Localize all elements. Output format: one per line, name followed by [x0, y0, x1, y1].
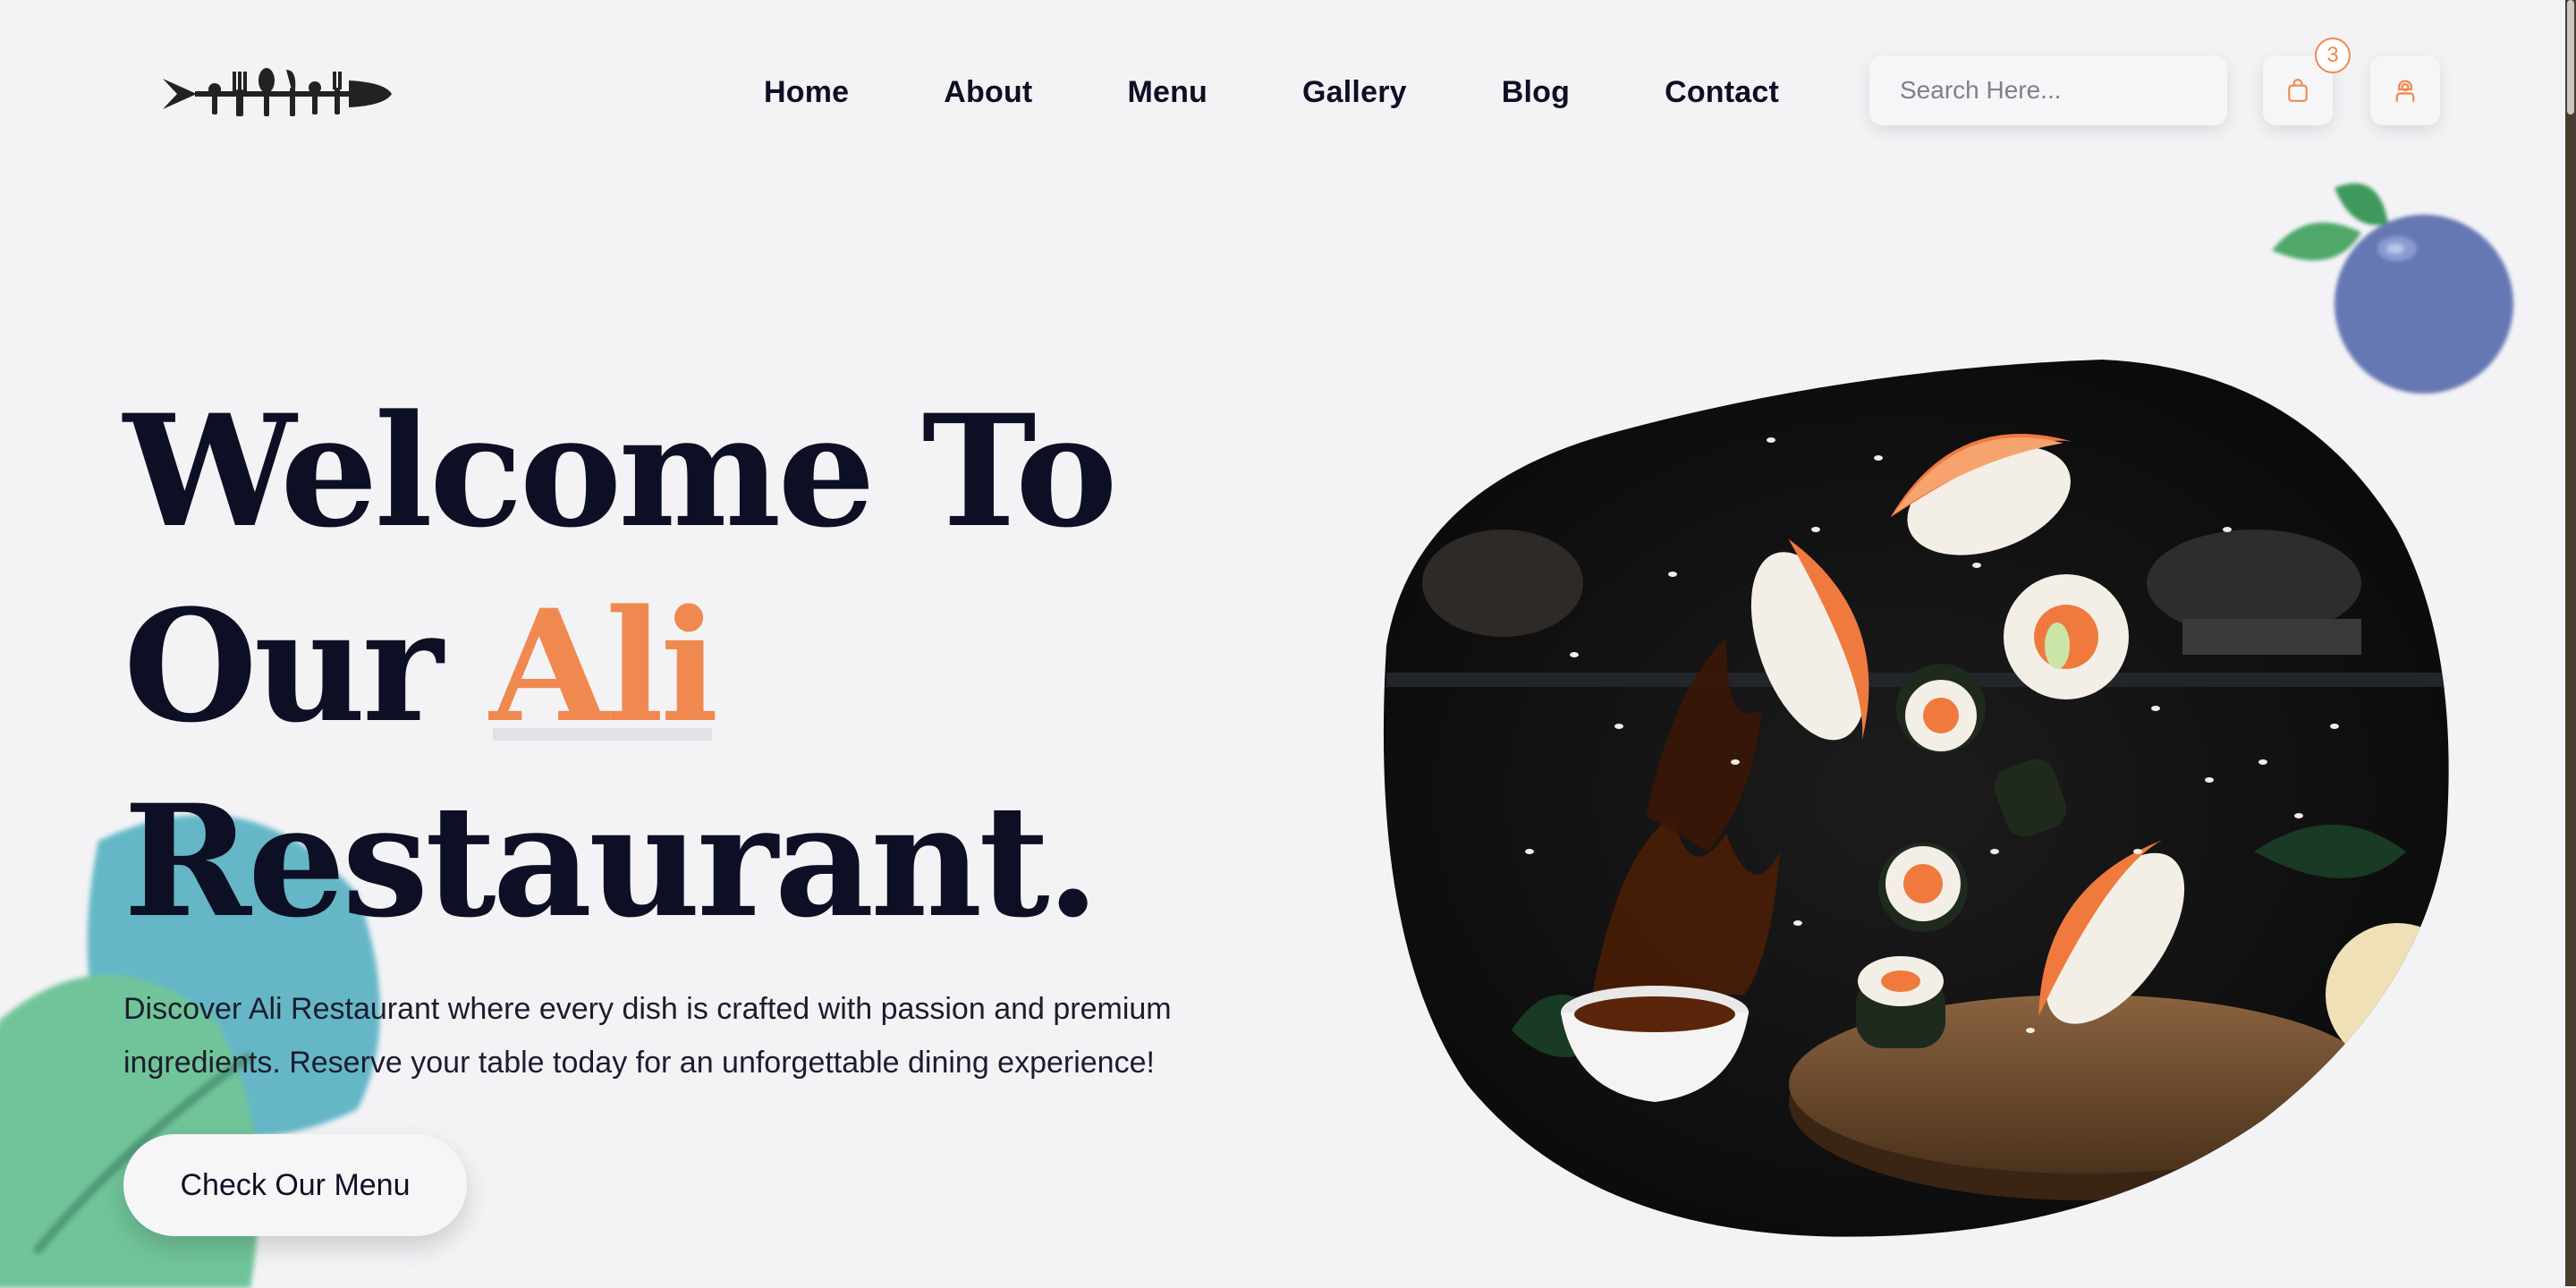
hero-title-line3: Restaurant.	[123, 770, 1100, 952]
user-icon	[2395, 80, 2415, 102]
cart-count-badge: 3	[2315, 38, 2351, 73]
page: Home About Menu Gallery Blog Contact 3	[0, 0, 2576, 1288]
nav-home[interactable]: Home	[764, 75, 849, 110]
shopping-bag-icon	[2288, 79, 2308, 102]
search-box	[1869, 55, 2227, 125]
window-edge	[2565, 0, 2576, 1286]
hero-description: Discover Ali Restaurant where every dish…	[123, 992, 1172, 1080]
hero-title: Welcome To Our Ali Restaurant.	[123, 374, 1118, 959]
restaurant-logo[interactable]	[161, 63, 394, 125]
hero-sushi-image	[1383, 360, 2449, 1237]
hero-title-accent: Ali	[489, 575, 718, 757]
check-menu-button[interactable]: Check Our Menu	[123, 1134, 467, 1236]
nav-about[interactable]: About	[944, 75, 1032, 110]
scrollbar-thumb[interactable]	[2567, 0, 2574, 114]
nav-gallery[interactable]: Gallery	[1302, 75, 1407, 110]
hero-title-line2-prefix: Our	[123, 575, 490, 757]
nav-contact[interactable]: Contact	[1665, 75, 1779, 110]
hero-title-line1: Welcome To	[123, 380, 1118, 562]
main-nav: Home About Menu Gallery Blog Contact	[764, 70, 1779, 114]
nav-menu[interactable]: Menu	[1127, 75, 1208, 110]
search-input[interactable]	[1898, 75, 2224, 106]
user-button[interactable]	[2370, 55, 2440, 125]
nav-blog[interactable]: Blog	[1502, 75, 1570, 110]
